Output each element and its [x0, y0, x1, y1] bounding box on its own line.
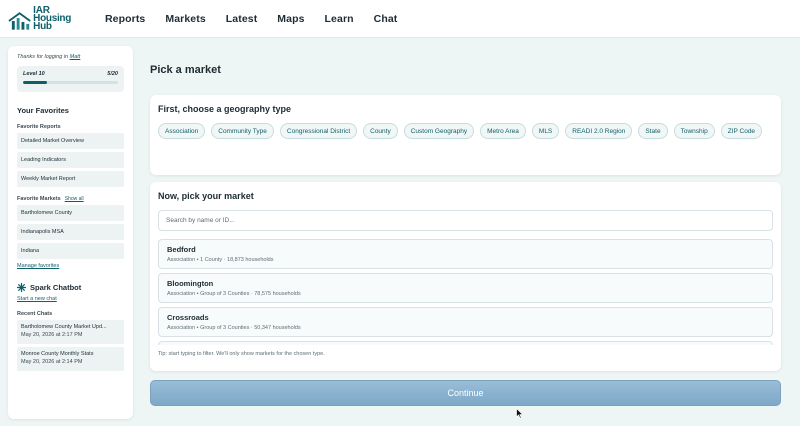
- user-link[interactable]: Matt: [70, 54, 81, 60]
- market-list-item[interactable]: [158, 341, 773, 345]
- geography-type-card: First, choose a geography type Associati…: [150, 95, 781, 175]
- geo-chip-metro-area[interactable]: Metro Area: [480, 123, 526, 139]
- geo-chip-community-type[interactable]: Community Type: [211, 123, 274, 139]
- geo-chip-association[interactable]: Association: [158, 123, 206, 139]
- market-details: Association • Group of 3 Counties · 78,5…: [167, 291, 301, 297]
- market-list-item[interactable]: Crossroads Association • Group of 3 Coun…: [158, 307, 773, 337]
- market-list-item[interactable]: Bedford Association • 1 County · 18,873 …: [158, 239, 773, 269]
- favorite-markets-title: Favorite Markets Show all: [17, 196, 124, 202]
- favorite-markets-label: Favorite Markets: [17, 196, 61, 202]
- manage-favorites-link[interactable]: Manage favorites: [17, 263, 124, 269]
- nav-learn[interactable]: Learn: [325, 13, 354, 25]
- geo-chip-township[interactable]: Township: [673, 123, 715, 139]
- geo-chip-mls[interactable]: MLS: [531, 123, 560, 139]
- favorite-market-item[interactable]: Indiana: [17, 243, 124, 259]
- level-label: Level 10: [23, 71, 45, 77]
- geo-chip-state[interactable]: State: [638, 123, 668, 139]
- market-name: Bloomington: [167, 279, 214, 288]
- brand-line2: Housing Hub: [33, 13, 72, 32]
- favorite-reports-title: Favorite Reports: [17, 124, 124, 130]
- filter-tip: Tip: start typing to filter. We'll only …: [158, 351, 325, 357]
- market-list-item[interactable]: Bloomington Association • Group of 3 Cou…: [158, 273, 773, 303]
- favorite-market-item[interactable]: Bartholomew County: [17, 205, 124, 221]
- main-nav: Reports Markets Latest Maps Learn Chat: [105, 0, 417, 38]
- geography-type-title: First, choose a geography type: [158, 104, 292, 114]
- market-details: Association • Group of 3 Counties · 50,3…: [167, 325, 301, 331]
- spark-chatbot-label: Spark Chatbot: [30, 283, 82, 292]
- level-progress-fill: [23, 81, 47, 84]
- mouse-cursor-icon: [516, 408, 524, 419]
- recent-chat-title: Monroe County Monthly Stats: [21, 351, 94, 357]
- recent-chats-title: Recent Chats: [17, 311, 124, 317]
- recent-chat-title: Bartholomew County Market Upd...: [21, 324, 107, 330]
- favorites-title: Your Favorites: [17, 106, 69, 115]
- nav-markets[interactable]: Markets: [165, 13, 205, 25]
- nav-reports[interactable]: Reports: [105, 13, 145, 25]
- geo-chip-custom-geography[interactable]: Custom Geography: [403, 123, 475, 139]
- recent-chat-date: May 20, 2026 at 2:14 PM: [21, 359, 83, 365]
- market-list[interactable]: Bedford Association • 1 County · 18,873 …: [158, 235, 773, 345]
- top-navigation-bar: IAR Housing Hub Reports Markets Latest M…: [0, 0, 800, 38]
- geography-type-chips: Association Community Type Congressional…: [158, 123, 773, 145]
- favorite-report-item[interactable]: Leading Indicators: [17, 152, 124, 168]
- geo-chip-county[interactable]: County: [363, 123, 398, 139]
- recent-chat-item[interactable]: Monroe County Monthly Stats May 20, 2026…: [17, 347, 124, 371]
- geo-chip-congressional-district[interactable]: Congressional District: [279, 123, 358, 139]
- market-search-input[interactable]: Search by name or ID...: [158, 210, 773, 231]
- market-name: Crossroads: [167, 313, 209, 322]
- recent-chat-item[interactable]: Bartholomew County Market Upd... May 20,…: [17, 320, 124, 344]
- market-name: Bedford: [167, 245, 196, 254]
- geo-chip-readi-region[interactable]: READI 2.0 Region: [565, 123, 633, 139]
- page-title: Pick a market: [150, 64, 221, 76]
- market-picker-card: Now, pick your market Search by name or …: [150, 182, 781, 371]
- brand-logo[interactable]: IAR Housing Hub: [8, 6, 90, 32]
- nav-chat[interactable]: Chat: [374, 13, 398, 25]
- start-new-chat-link[interactable]: Start a new chat: [17, 296, 124, 302]
- welcome-message: Thanks for logging in Matt: [17, 54, 124, 60]
- market-details: Association • 1 County · 18,873 househol…: [167, 257, 274, 263]
- recent-chats-label: Recent Chats: [17, 311, 53, 317]
- welcome-prefix: Thanks for logging in: [17, 54, 70, 60]
- nav-maps[interactable]: Maps: [277, 13, 304, 25]
- level-progress-card: Level 10 5/20: [17, 66, 124, 92]
- spark-chatbot-title: Spark Chatbot: [17, 283, 124, 292]
- level-progress-bar: [23, 81, 118, 84]
- recent-chat-date: May 20, 2026 at 2:17 PM: [21, 332, 83, 338]
- favorite-report-item[interactable]: Detailed Market Overview: [17, 133, 124, 149]
- geo-chip-zip-code[interactable]: ZIP Code: [720, 123, 763, 139]
- show-all-link[interactable]: Show all: [65, 196, 84, 202]
- favorite-report-item[interactable]: Weekly Market Report: [17, 171, 124, 187]
- spark-icon: [17, 283, 26, 292]
- continue-button[interactable]: Continue: [150, 380, 781, 406]
- favorite-reports-label: Favorite Reports: [17, 124, 61, 130]
- level-progress-count: 5/20: [107, 71, 118, 77]
- sidebar: Thanks for logging in Matt Level 10 5/20…: [8, 46, 133, 419]
- market-picker-title: Now, pick your market: [158, 191, 254, 201]
- favorite-market-item[interactable]: Indianapolis MSA: [17, 224, 124, 240]
- house-logo-icon: [8, 12, 31, 30]
- nav-latest[interactable]: Latest: [226, 13, 258, 25]
